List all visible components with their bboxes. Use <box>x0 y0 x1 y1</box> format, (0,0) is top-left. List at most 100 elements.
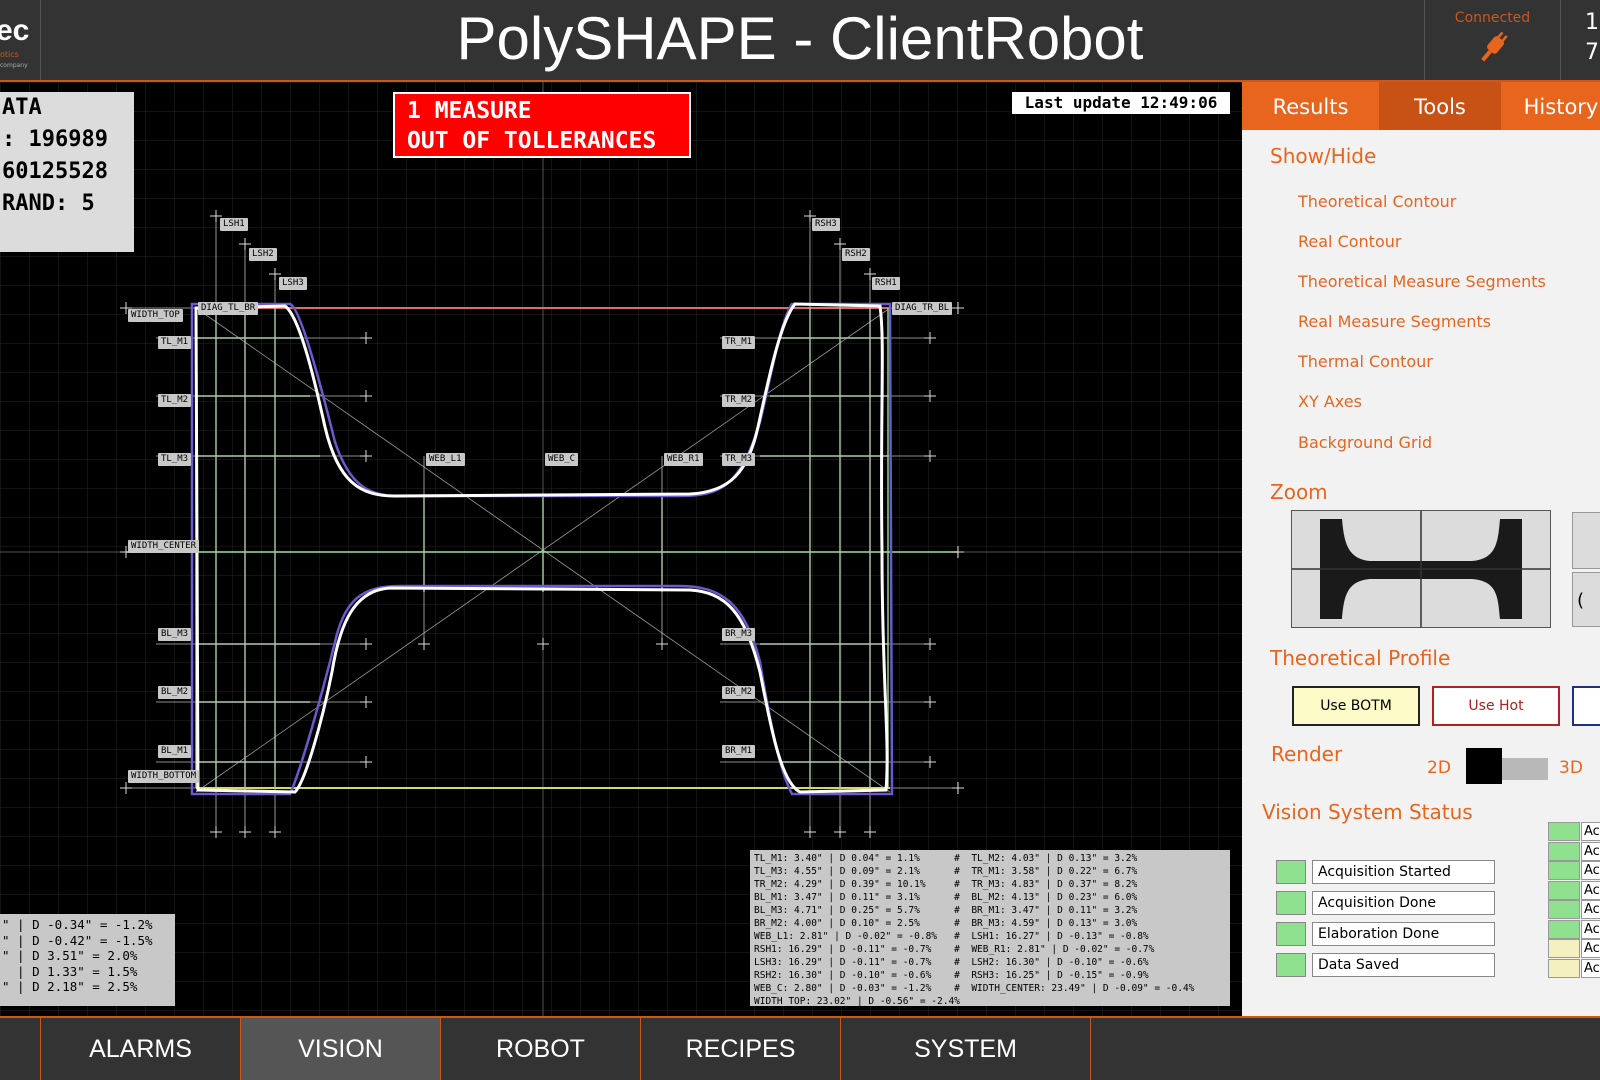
tag-width-top: WIDTH_TOP <box>128 309 183 322</box>
use-hot-button[interactable]: Use Hot <box>1432 686 1560 726</box>
mini-status-label: Ac <box>1581 919 1600 939</box>
mini-status-row: Ac <box>1548 861 1600 880</box>
status-led <box>1276 953 1306 977</box>
tag-tl-m2: TL_M2 <box>158 394 192 407</box>
zoom-preview[interactable] <box>1291 510 1551 628</box>
header-bar: ec otics company PolySHAPE - ClientRobot… <box>0 0 1600 82</box>
toggle-real-measure-segments[interactable]: Real Measure Segments <box>1298 312 1491 331</box>
zoom-in-button[interactable] <box>1572 512 1600 569</box>
connection-status[interactable]: Connected <box>1424 0 1561 80</box>
zoom-profile-thumbnail <box>1292 511 1550 627</box>
tag-bl-m3: BL_M3 <box>158 628 192 641</box>
render-2d-label[interactable]: 2D <box>1427 758 1451 778</box>
tag-rsh3: RSH3 <box>812 218 840 231</box>
nav-spacer <box>0 1018 41 1080</box>
mini-status-row: Ac <box>1548 900 1600 919</box>
use-botm-button[interactable]: Use BOTM <box>1292 686 1420 726</box>
status-label: Data Saved <box>1312 953 1495 977</box>
toggle-thermal-contour[interactable]: Thermal Contour <box>1298 352 1433 371</box>
toggle-theoretical-contour[interactable]: Theoretical Contour <box>1298 192 1456 211</box>
mini-status-row: Ac <box>1548 880 1600 900</box>
tag-lsh1: LSH1 <box>220 218 248 231</box>
plug-icon <box>1480 31 1508 62</box>
tag-tl-m3: TL_M3 <box>158 453 192 466</box>
mini-status-led <box>1548 861 1580 880</box>
tag-br-m2: BR_M2 <box>722 686 756 699</box>
alarm-line-2: OUT OF TOLLERANCES <box>407 128 657 154</box>
render-mode-toggle[interactable] <box>1466 748 1548 784</box>
clock-readout: 1 7 <box>1585 8 1599 68</box>
mini-status-label: Ac <box>1581 822 1600 841</box>
status-led <box>1276 891 1306 915</box>
panel-tabs: Results Tools History <box>1242 82 1600 130</box>
bottom-nav: ALARMS VISION ROBOT RECIPES SYSTEM <box>0 1016 1600 1080</box>
zoom-title: Zoom <box>1270 480 1328 504</box>
nav-robot[interactable]: ROBOT <box>441 1018 641 1080</box>
tag-tr-m2: TR_M2 <box>722 394 756 407</box>
status-label: Acquisition Done <box>1312 891 1495 915</box>
nav-alarms[interactable]: ALARMS <box>41 1018 241 1080</box>
tag-lsh2: LSH2 <box>249 248 277 261</box>
profile-viewer[interactable]: ATA: 196989 60125528 RAND: 5 1 MEASURE OUT… <box>0 82 1242 1016</box>
nav-vision[interactable]: VISION <box>241 1018 441 1080</box>
mini-status-label: Ac <box>1581 958 1600 978</box>
tag-bl-m2: BL_M2 <box>158 686 192 699</box>
clock-line-1: 1 <box>1585 10 1599 35</box>
toggle-real-contour[interactable]: Real Contour <box>1298 232 1401 251</box>
tag-diag-tr-bl: DIAG_TR_BL <box>892 302 953 315</box>
app-title: PolySHAPE - ClientRobot <box>456 5 1144 72</box>
status-led <box>1276 922 1306 946</box>
nav-system[interactable]: SYSTEM <box>841 1018 1091 1080</box>
toggle-xy-axes[interactable]: XY Axes <box>1298 392 1362 411</box>
mini-status-row: Ac <box>1548 958 1600 978</box>
theoretical-profile-title: Theoretical Profile <box>1270 646 1451 670</box>
status-led <box>1276 860 1306 884</box>
vision-status-title: Vision System Status <box>1262 800 1473 824</box>
tag-bl-m1: BL_M1 <box>158 745 192 758</box>
tab-results[interactable]: Results <box>1242 82 1379 130</box>
mini-status-led <box>1548 822 1580 841</box>
tag-rsh2: RSH2 <box>842 248 870 261</box>
mini-status-label: Ac <box>1581 900 1600 919</box>
mini-status-label: Ac <box>1581 861 1600 880</box>
toggle-knob <box>1466 748 1502 784</box>
measures-left-table: " | D -0.34" = -1.2% " | D -0.42" = -1.5… <box>0 914 175 1006</box>
render-3d-label[interactable]: 3D <box>1559 758 1583 778</box>
tag-web-l1: WEB_L1 <box>426 453 465 466</box>
data-line-3: 60125528 <box>2 159 108 184</box>
toggle-theoretical-measure-segments[interactable]: Theoretical Measure Segments <box>1298 272 1546 291</box>
show-hide-title: Show/Hide <box>1270 144 1377 168</box>
tab-history[interactable]: History <box>1501 82 1600 130</box>
tag-width-bottom: WIDTH_BOTTOM <box>128 770 200 783</box>
tab-tools[interactable]: Tools <box>1379 82 1501 130</box>
mini-status-row: Ac <box>1548 841 1600 861</box>
mini-status-row: Ac <box>1548 822 1600 841</box>
tag-tl-m1: TL_M1 <box>158 336 192 349</box>
tag-web-c: WEB_C <box>545 453 579 466</box>
toggle-background-grid[interactable]: Background Grid <box>1298 433 1432 452</box>
mini-status-row: Ac <box>1548 939 1600 958</box>
tag-diag-tl-br: DIAG_TL_BR <box>198 302 259 315</box>
zoom-out-button[interactable]: ( <box>1572 572 1600 627</box>
mini-status-label: Ac <box>1581 939 1600 958</box>
mini-status-led <box>1548 900 1580 919</box>
nav-recipes[interactable]: RECIPES <box>641 1018 841 1080</box>
last-update-label: Last update 12:49:06 <box>1012 92 1230 114</box>
status-label: Acquisition Started <box>1312 860 1495 884</box>
tag-rsh1: RSH1 <box>872 277 900 290</box>
mini-status-led <box>1548 841 1580 861</box>
mini-status-led <box>1548 958 1580 978</box>
tag-tr-m1: TR_M1 <box>722 336 756 349</box>
tag-br-m1: BR_M1 <box>722 745 756 758</box>
status-label: Elaboration Done <box>1312 922 1495 946</box>
connection-label: Connected <box>1454 10 1531 26</box>
tag-lsh3: LSH3 <box>279 277 307 290</box>
profile-third-button[interactable] <box>1572 686 1600 726</box>
clock-line-2: 7 <box>1585 40 1599 65</box>
alarm-line-1: 1 MEASURE <box>407 98 532 124</box>
data-info-box: ATA: 196989 60125528 RAND: 5 <box>0 92 134 252</box>
tolerance-alarm-banner: 1 MEASURE OUT OF TOLLERANCES <box>393 92 691 158</box>
mini-status-led <box>1548 939 1580 958</box>
measures-table: TL_M1: 3.40" | D 0.04" = 1.1% # TL_M2: 4… <box>750 850 1230 1006</box>
tag-web-r1: WEB_R1 <box>664 453 703 466</box>
